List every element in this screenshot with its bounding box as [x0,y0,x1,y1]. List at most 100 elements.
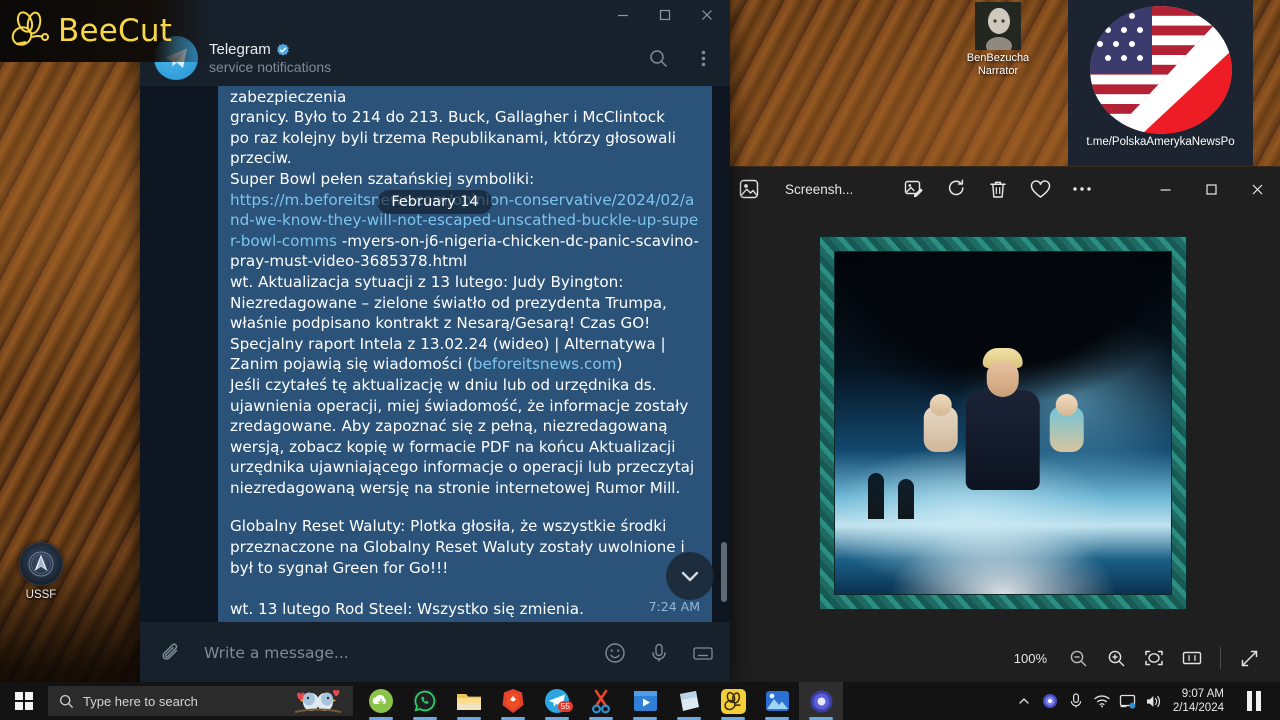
system-tray[interactable]: 9:07 AM 2/14/2024 [1011,682,1280,720]
taskbar-app-recorder[interactable] [799,682,843,720]
search-icon [59,694,74,708]
message-input[interactable]: Write a message... [198,644,588,662]
channel-url: t.me/PolskaAmerykaNewsPo [1086,136,1235,148]
toolbar-divider [1220,647,1221,669]
close-icon[interactable] [686,1,728,29]
microphone-tray-icon[interactable] [1063,682,1089,720]
taskbar-app-telegram[interactable]: 55 [535,682,579,720]
chevron-down-icon[interactable] [666,552,714,600]
taskbar-app-whatsapp[interactable] [403,682,447,720]
photos-window[interactable]: Screensh... 100% [725,166,1280,682]
narrator-label: BenBezucha Narrator [967,52,1029,78]
chat-scrollbar[interactable] [721,92,727,616]
clock-time: 9:07 AM [1181,688,1224,700]
date-separator-pill: February 14 [377,190,493,214]
show-hidden-icons-chevron[interactable] [1011,682,1037,720]
paperclip-icon[interactable] [154,636,188,670]
photos-bottom-toolbar[interactable]: 100% [725,634,1280,682]
delete-icon[interactable] [977,169,1019,209]
wifi-icon[interactable] [1089,682,1115,720]
minimize-icon[interactable] [1142,166,1188,212]
pause-icon[interactable] [1232,682,1276,720]
telegram-titlebar[interactable] [140,0,730,30]
more-options-icon[interactable] [1061,169,1103,209]
close-icon[interactable] [1234,166,1280,212]
microphone-icon[interactable] [642,636,676,670]
windows-start-icon[interactable] [0,682,48,720]
taskbar-app-sticky-notes[interactable] [667,682,711,720]
message-composer[interactable]: Write a message... [140,622,730,684]
fit-to-window-icon[interactable] [1137,641,1171,675]
water-splash [834,457,1171,594]
windows-taskbar[interactable]: Type here to search 55 9:07 AM 2/14/2024 [0,682,1280,720]
message-line-4: Super Bowl pełen szatańskiej symboliki: [230,169,535,188]
narrator-avatar [975,2,1021,50]
message-line-3: po raz kolejny byli trzema Republikanami… [230,128,676,168]
telegram-window[interactable]: Telegram service notifications oskarżeni… [140,0,730,684]
usa-poland-flag-circle-logo [1089,6,1232,134]
message-bubble[interactable]: oskarżenia przez Izbę Reprezentantów za … [218,86,712,622]
maximize-icon[interactable] [1188,166,1234,212]
message-line-2: granicy. Było to 214 do 213. Buck, Galla… [230,108,665,127]
fullscreen-icon[interactable] [1232,641,1266,675]
favorite-heart-icon[interactable] [1019,169,1061,209]
smiley-icon[interactable] [598,636,632,670]
taskbar-app-file-explorer[interactable] [447,682,491,720]
beecut-watermark: BeeCut [0,0,212,62]
telegram-chat-name: Telegram [209,41,271,58]
message-paragraph-2: wt. Aktualizacja sytuacji z 13 lutego: J… [230,272,700,375]
edit-image-icon[interactable] [893,169,935,209]
telegram-message-list[interactable]: oskarżenia przez Izbę Reprezentantów za … [140,86,730,622]
maximize-icon[interactable] [644,1,686,29]
taskbar-apps[interactable]: 55 [359,682,843,720]
taskbar-app-cloud-drive[interactable] [359,682,403,720]
taskbar-app-snipping-tool[interactable] [579,682,623,720]
beecut-brand-text: BeeCut [58,13,173,49]
rotate-icon[interactable] [935,169,977,209]
baby-right [1049,393,1084,452]
overlay-divider [725,166,1280,167]
desktop-icon-ussf[interactable]: USSF [12,542,70,601]
actual-size-icon[interactable] [1175,641,1209,675]
narrator-name: BenBezucha [966,52,1030,64]
clock-date: 2/14/2024 [1172,702,1224,714]
photo-canvas[interactable] [725,212,1280,634]
pause-bar-right [1256,691,1261,711]
message-line-1: oskarżenia przez Izbę Reprezentantów za … [230,87,347,106]
taskbar-app-media-player[interactable] [623,682,667,720]
volume-icon[interactable] [1141,682,1167,720]
more-vertical-icon[interactable] [686,41,720,75]
keyboard-icon[interactable] [686,636,720,670]
photos-file-title: Screensh... [785,181,854,197]
pause-bar-left [1247,691,1252,711]
zoom-out-icon[interactable] [1061,641,1095,675]
bee-icon [11,11,49,46]
message-inline-link[interactable]: beforeitsnews.com [473,355,617,373]
paragraph-spacer-2 [230,578,700,596]
message-paragraph-5: wt. 13 lutego Rod Steel: Wszystko się zm… [230,600,584,619]
taskbar-app-beecut[interactable] [711,682,755,720]
recorder-tray-icon[interactable] [1037,682,1063,720]
minimize-icon[interactable] [602,1,644,29]
notification-badge: 55 [557,701,573,712]
photo-frame [820,237,1186,609]
verified-badge-icon [276,43,289,56]
search-placeholder: Type here to search [83,693,198,709]
taskbar-app-brave[interactable] [491,682,535,720]
taskbar-app-photos[interactable] [755,682,799,720]
taskbar-clock[interactable]: 9:07 AM 2/14/2024 [1167,687,1232,715]
search-icon[interactable] [641,41,675,75]
zoom-level: 100% [1013,650,1047,666]
message-paragraph-2-close: ) [616,355,623,374]
message-paragraph-4: Globalny Reset Waluty: Plotka głosiła, ż… [230,517,685,577]
zoom-in-icon[interactable] [1099,641,1133,675]
figure-head [986,360,1019,397]
channel-overlay-panel: t.me/PolskaAmerykaNewsPo [1068,0,1253,166]
valentine-birds-icon [294,689,342,713]
photos-toolbar[interactable]: Screensh... [725,166,1280,212]
cast-icon[interactable] [1115,682,1141,720]
telegram-chat-header[interactable]: Telegram service notifications [140,30,730,86]
search-input[interactable]: Type here to search [48,686,353,716]
message-footer: wt. 13 lutego Rod Steel: Wszystko się zm… [230,597,700,620]
chat-scrollbar-thumb[interactable] [721,542,727,602]
